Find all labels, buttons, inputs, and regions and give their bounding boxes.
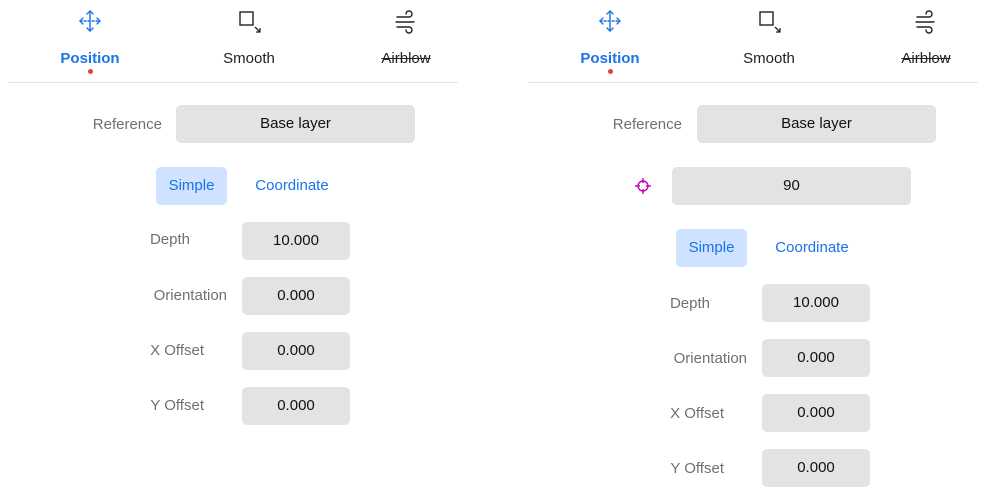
orientation-input[interactable]: 0.000 [762,339,870,377]
settings-panel-right: Position Smooth Airblow Reference Base l… [520,0,980,487]
tab-smooth[interactable]: Smooth [709,0,829,80]
reference-label: Reference [92,116,162,133]
mode-coordinate-button[interactable]: Coordinate [244,167,340,205]
depth-input[interactable]: 10.000 [242,222,350,260]
tab-position[interactable]: Position [30,0,150,80]
y-offset-label: Y Offset [150,397,204,414]
x-offset-label: X Offset [150,342,204,359]
x-offset-input[interactable]: 0.000 [762,394,870,432]
active-tab-indicator [608,69,613,74]
tab-bar: Position Smooth Airblow [8,0,458,83]
tab-airblow-label: Airblow [901,50,951,67]
wind-icon [915,10,935,34]
x-offset-label: X Offset [670,405,724,422]
reference-label: Reference [612,116,682,133]
mode-simple-button[interactable]: Simple [156,167,227,205]
reference-select[interactable]: Base layer [176,105,415,143]
tab-airblow[interactable]: Airblow [346,0,466,80]
crosshair-icon[interactable] [634,177,652,195]
tab-airblow-label: Airblow [381,50,431,67]
tab-smooth-label: Smooth [223,50,275,67]
tab-smooth[interactable]: Smooth [189,0,309,80]
y-offset-label: Y Offset [670,460,724,477]
wind-icon [395,10,415,34]
tab-smooth-label: Smooth [743,50,795,67]
y-offset-input[interactable]: 0.000 [762,449,870,487]
y-offset-input[interactable]: 0.000 [242,387,350,425]
orientation-label: Orientation [673,350,747,367]
depth-label: Depth [149,231,190,248]
smooth-corner-icon [239,11,261,33]
tab-position[interactable]: Position [550,0,670,80]
move-arrows-icon [79,10,101,32]
orientation-input[interactable]: 0.000 [242,277,350,315]
active-tab-indicator [88,69,93,74]
depth-input[interactable]: 10.000 [762,284,870,322]
mode-coordinate-button[interactable]: Coordinate [764,229,860,267]
angle-input[interactable]: 90 [672,167,911,205]
reference-select[interactable]: Base layer [697,105,936,143]
orientation-label: Orientation [153,287,227,304]
x-offset-input[interactable]: 0.000 [242,332,350,370]
smooth-corner-icon [759,11,781,33]
tab-position-label: Position [580,50,640,67]
depth-label: Depth [669,295,710,312]
move-arrows-icon [599,10,621,32]
settings-panel-left: Position Smooth Airblow Reference Base l… [0,0,460,487]
mode-simple-button[interactable]: Simple [676,229,747,267]
tab-position-label: Position [60,50,120,67]
tab-bar: Position Smooth Airblow [528,0,978,83]
tab-airblow[interactable]: Airblow [866,0,986,80]
